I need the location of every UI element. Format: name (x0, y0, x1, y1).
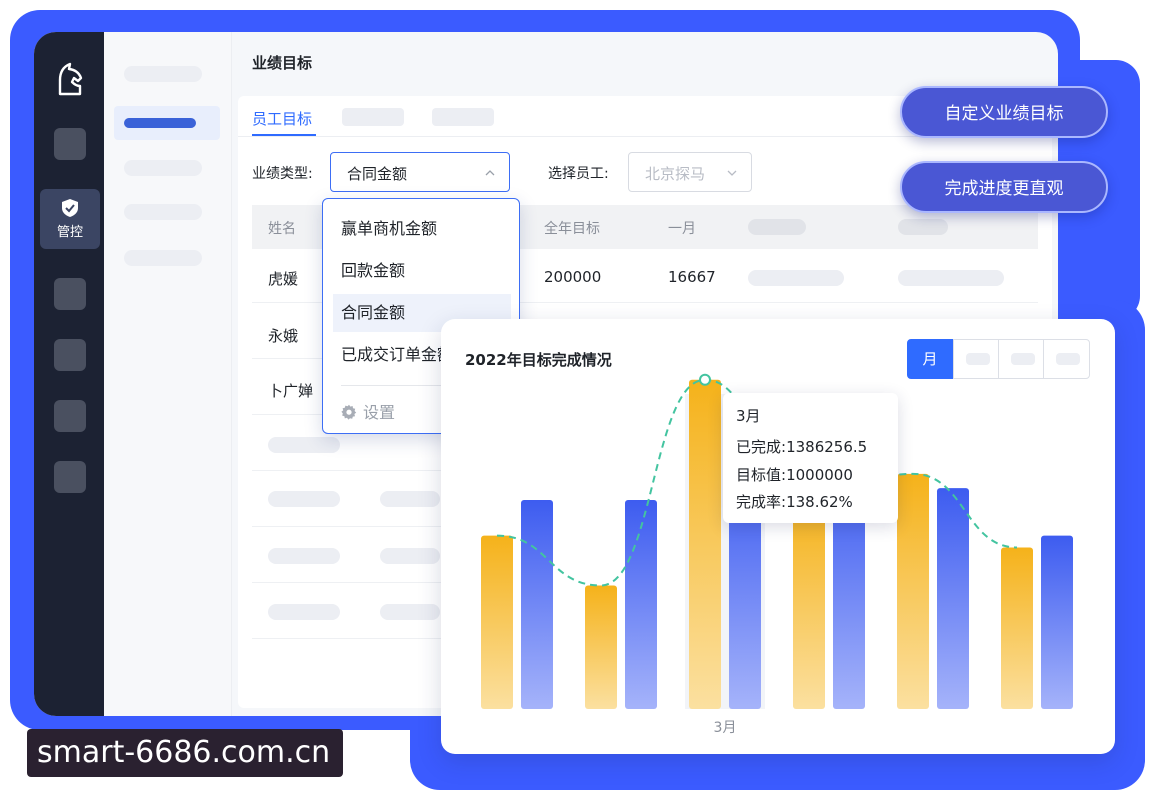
employee-select-placeholder: 北京探马 (645, 165, 706, 183)
cell-name: 虎媛 (268, 270, 299, 288)
bar-target[interactable] (937, 488, 969, 709)
bar-done[interactable] (481, 535, 513, 709)
bar-target[interactable] (625, 500, 657, 709)
tooltip-title: 3月 (736, 407, 761, 425)
cell-placeholder (268, 491, 340, 507)
bar-done[interactable] (1001, 547, 1033, 710)
tab-placeholder[interactable] (342, 108, 404, 126)
page-title: 业绩目标 (252, 54, 313, 72)
chart-plot: 3月 (481, 373, 1073, 736)
nav-item-control-label: 管控 (56, 225, 83, 240)
chevron-up-icon (485, 170, 495, 176)
tooltip-rate-row: 完成率:138.62% (736, 491, 853, 512)
cell-placeholder (898, 270, 1004, 286)
x-tick-label: 3月 (714, 720, 737, 736)
header-jan: 一月 (668, 221, 696, 237)
shield-icon (62, 199, 78, 217)
tab-employee-target[interactable]: 员工目标 (252, 108, 312, 129)
chart-card: 2022年目标完成情况 月 3月 (441, 319, 1115, 754)
nav-item-4[interactable] (54, 339, 86, 371)
watermark: smart-6686.com.cn (27, 729, 343, 777)
tooltip-rate-label: 完成率: (736, 493, 787, 511)
submenu-item[interactable] (124, 204, 202, 220)
line-point-highlight (699, 373, 711, 386)
chevron-down-icon (727, 170, 737, 176)
cell-placeholder (380, 491, 440, 507)
chart-tooltip: 3月 已完成:1386256.5 目标值:1000000 完成率:138.62% (723, 393, 898, 523)
tooltip-target-value: 1000000 (786, 466, 853, 484)
progress-button[interactable]: 完成进度更直观 (900, 161, 1108, 213)
custom-goal-button[interactable]: 自定义业绩目标 (900, 86, 1108, 138)
header-placeholder (898, 219, 948, 235)
nav-item-control[interactable]: 管控 (40, 189, 100, 249)
gear-icon (341, 404, 357, 420)
employee-filter-label: 选择员工: (548, 166, 609, 182)
bar-target[interactable] (1041, 535, 1073, 709)
cell-jan: 16667 (668, 268, 716, 286)
submenu-item[interactable] (124, 250, 202, 266)
bar-done[interactable] (793, 500, 825, 709)
bar-done[interactable] (689, 379, 721, 709)
header-name: 姓名 (268, 221, 296, 237)
nav-item-3[interactable] (54, 278, 86, 310)
horse-logo-icon (58, 62, 83, 96)
cell-name: 永娥 (268, 327, 299, 345)
cell-name: 卜广婵 (268, 382, 314, 400)
tooltip-done-row: 已完成:1386256.5 (736, 436, 867, 457)
header-placeholder (748, 219, 806, 235)
submenu-item[interactable] (124, 66, 202, 82)
tooltip-done-label: 已完成: (736, 438, 787, 456)
submenu (104, 32, 232, 716)
bar-target[interactable] (521, 500, 553, 709)
nav-item-1[interactable] (54, 128, 86, 160)
cell-placeholder (380, 604, 440, 620)
tooltip-done-value: 1386256.5 (786, 438, 868, 456)
cell-annual: 200000 (544, 268, 602, 286)
dropdown-item[interactable]: 赢单商机金额 (333, 210, 511, 248)
sidebar: 管控 (34, 32, 104, 716)
tooltip-target-row: 目标值:1000000 (736, 464, 853, 485)
cell-placeholder (268, 437, 340, 453)
tooltip-target-label: 目标值: (736, 466, 787, 484)
dropdown-item[interactable]: 回款金额 (333, 252, 511, 290)
header-annual: 全年目标 (544, 221, 600, 237)
nav-item-5[interactable] (54, 400, 86, 432)
tooltip-rate-value: 138.62% (786, 493, 853, 511)
cell-placeholder (268, 604, 340, 620)
type-filter-label: 业绩类型: (252, 166, 313, 182)
cell-placeholder (380, 548, 440, 564)
tab-placeholder[interactable] (432, 108, 494, 126)
submenu-item-active[interactable] (114, 106, 220, 140)
cell-placeholder (748, 270, 844, 286)
cell-placeholder (268, 548, 340, 564)
type-select-value: 合同金额 (347, 165, 408, 183)
bar-done[interactable] (585, 585, 617, 710)
dropdown-settings-label: 设置 (363, 403, 396, 422)
nav-item-6[interactable] (54, 461, 86, 493)
type-select[interactable]: 合同金额 (330, 152, 510, 192)
bar-done[interactable] (897, 473, 929, 709)
employee-select[interactable]: 北京探马 (628, 152, 752, 192)
submenu-item[interactable] (124, 160, 202, 176)
dropdown-settings[interactable]: 设置 (341, 399, 395, 423)
